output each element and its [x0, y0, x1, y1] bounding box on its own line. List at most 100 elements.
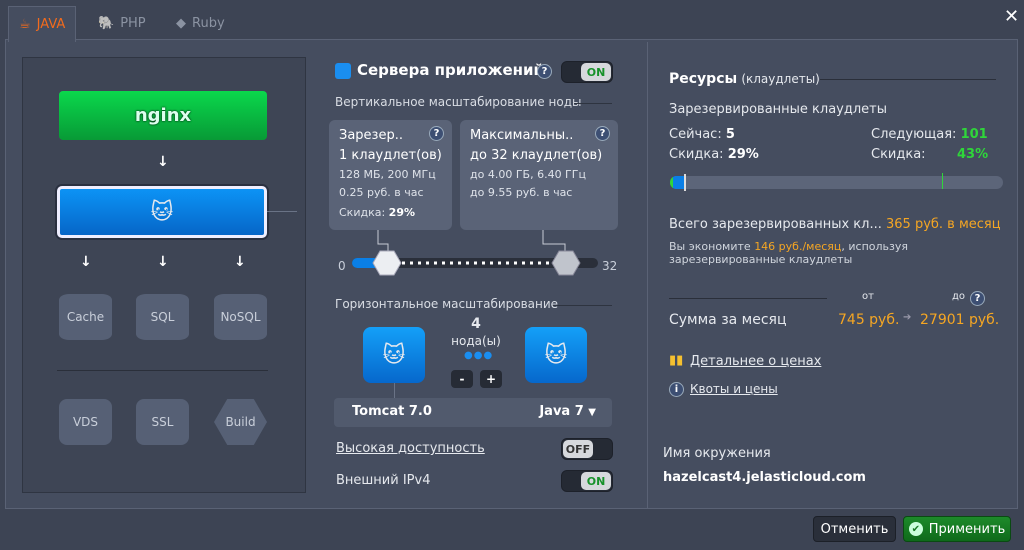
- high-availability-link[interactable]: Высокая доступность: [336, 441, 485, 456]
- help-icon[interactable]: ?: [429, 126, 444, 141]
- node-button[interactable]: 🐱: [525, 327, 587, 383]
- reserved-card: ? Зарезер.. 1 клаудлет(ов) 128 МБ, 200 М…: [329, 120, 452, 230]
- info-icon: i: [669, 382, 684, 397]
- savings-text: Вы экономите 146 руб./месяц, используя з…: [669, 240, 908, 266]
- slider-max-label: 32: [602, 259, 617, 273]
- arrow-down-icon: ↓: [80, 254, 92, 270]
- current-marker: [684, 174, 686, 191]
- connector-line: [267, 211, 297, 212]
- tomcat-server-button[interactable]: 🐱: [57, 186, 267, 238]
- help-icon[interactable]: ?: [595, 126, 610, 141]
- discount-label: Скидка:: [339, 206, 386, 219]
- total-value: 365 руб. в месяц: [886, 217, 1001, 232]
- tab-php[interactable]: 🐘 PHP: [88, 6, 156, 40]
- node-dots-icon: ●●●: [464, 350, 494, 361]
- next-discount-label: Скидка:: [871, 147, 926, 162]
- horizontal-scaling-label: Горизонтальное масштабирование: [335, 297, 559, 311]
- resources-subtitle: (клаудлеты): [741, 72, 820, 86]
- max-cloudlets: до 32 клаудлет(ов): [470, 148, 603, 163]
- cache-node-button[interactable]: Cache: [59, 294, 112, 340]
- discount-value: 29%: [727, 147, 759, 162]
- max-slider-handle: [551, 250, 581, 276]
- divider: [57, 370, 268, 371]
- next-discount-value: 43%: [957, 147, 989, 162]
- nodes-count: 4: [471, 316, 481, 332]
- java-cup-icon: ☕: [19, 17, 31, 32]
- java-version-value: Java 7: [539, 404, 584, 419]
- from-label: от: [862, 291, 874, 302]
- reserved-slider-handle: [372, 250, 402, 276]
- max-spec: до 4.00 ГБ, 6.40 ГГц: [470, 168, 586, 181]
- cloudlets-progress-bar: [670, 173, 1003, 191]
- cloudlet-slider[interactable]: 0 32: [330, 230, 620, 280]
- arrow-right-icon: ➔: [903, 312, 912, 323]
- max-title: Максимальны..: [470, 128, 574, 143]
- divider: [553, 305, 612, 306]
- nodes-label: нода(ы): [451, 334, 501, 348]
- arrow-down-icon: ↓: [234, 254, 246, 270]
- add-node-button[interactable]: +: [480, 370, 502, 388]
- high-availability-toggle[interactable]: OFF: [561, 438, 613, 460]
- slider-min-label: 0: [338, 259, 346, 273]
- reserved-title: Зарезер..: [339, 128, 403, 143]
- reserved-price: 0.25 руб. в час: [339, 186, 424, 199]
- progress-fill: [670, 176, 685, 189]
- nosql-node-button[interactable]: NoSQL: [214, 294, 267, 340]
- max-price: до 9.55 руб. в час: [470, 186, 573, 199]
- divider: [669, 298, 827, 299]
- pricing-details-link[interactable]: Детальнее о ценах: [690, 354, 821, 369]
- arrow-down-icon: ↓: [157, 154, 169, 170]
- nginx-balancer-button[interactable]: nginx: [59, 91, 267, 140]
- chevron-down-icon: ▼: [588, 407, 596, 418]
- tab-ruby[interactable]: ◆ Ruby: [166, 6, 235, 40]
- remove-node-button[interactable]: -: [451, 370, 473, 388]
- divider: [574, 103, 612, 104]
- app-servers-toggle[interactable]: ON: [561, 61, 613, 83]
- from-value: 745 руб.: [838, 312, 900, 328]
- reserved-spec: 128 МБ, 200 МГц: [339, 168, 436, 181]
- reserved-cloudlets: 1 клаудлет(ов): [339, 148, 442, 163]
- check-icon: ✔: [908, 522, 923, 536]
- tomcat-icon: 🐱: [382, 342, 406, 368]
- connector-line: [394, 383, 395, 399]
- ssl-node-button[interactable]: SSL: [136, 399, 189, 445]
- ruby-icon: ◆: [176, 15, 186, 31]
- now-label: Сейчас:: [669, 127, 722, 142]
- servers-icon: [335, 63, 351, 79]
- php-elephant-icon: 🐘: [98, 15, 115, 31]
- tomcat-icon: 🐱: [150, 199, 174, 225]
- discount-label: Скидка:: [669, 147, 724, 162]
- apply-button[interactable]: ✔ Применить: [903, 516, 1011, 542]
- discount-value: 29%: [388, 206, 416, 219]
- tab-java-active[interactable]: ☕ JAVA: [8, 6, 77, 42]
- next-value: 101: [960, 127, 988, 142]
- sql-node-button[interactable]: SQL: [136, 294, 189, 340]
- app-servers-title: Сервера приложений: [357, 61, 545, 79]
- total-label: Всего зарезервированных кл...: [669, 217, 882, 232]
- month-sum-label: Сумма за месяц: [669, 312, 787, 328]
- help-icon[interactable]: ?: [970, 291, 985, 306]
- to-label: до: [952, 291, 966, 302]
- node-button[interactable]: 🐱: [363, 327, 425, 383]
- vds-node-button[interactable]: VDS: [59, 399, 112, 445]
- close-icon[interactable]: ✕: [1004, 6, 1019, 27]
- tomcat-icon: 🐱: [544, 342, 568, 368]
- resources-title: Ресурсы: [669, 71, 738, 87]
- cancel-button[interactable]: Отменить: [813, 516, 896, 542]
- arrow-down-icon: ↓: [157, 254, 169, 270]
- server-version-bar: Tomcat 7.0 Java 7 ▼: [334, 398, 612, 427]
- coins-icon: ▮▮: [669, 353, 684, 368]
- ipv4-label: Внешний IPv4: [336, 473, 431, 488]
- divider: [820, 79, 996, 80]
- env-name-value: hazelcast4.jelasticloud.com: [663, 470, 866, 485]
- env-name-label: Имя окружения: [663, 446, 771, 461]
- help-icon[interactable]: ?: [537, 64, 552, 79]
- quotas-link[interactable]: Квоты и цены: [690, 382, 778, 396]
- ipv4-toggle[interactable]: ON: [561, 470, 613, 492]
- next-marker: [942, 173, 943, 189]
- max-card: ? Максимальны.. до 32 клаудлет(ов) до 4.…: [460, 120, 618, 230]
- vertical-scaling-label: Вертикальное масштабирование ноды: [335, 95, 582, 109]
- java-version-select[interactable]: Java 7 ▼: [539, 404, 596, 419]
- next-label: Следующая:: [871, 127, 957, 142]
- now-value: 5: [725, 127, 735, 142]
